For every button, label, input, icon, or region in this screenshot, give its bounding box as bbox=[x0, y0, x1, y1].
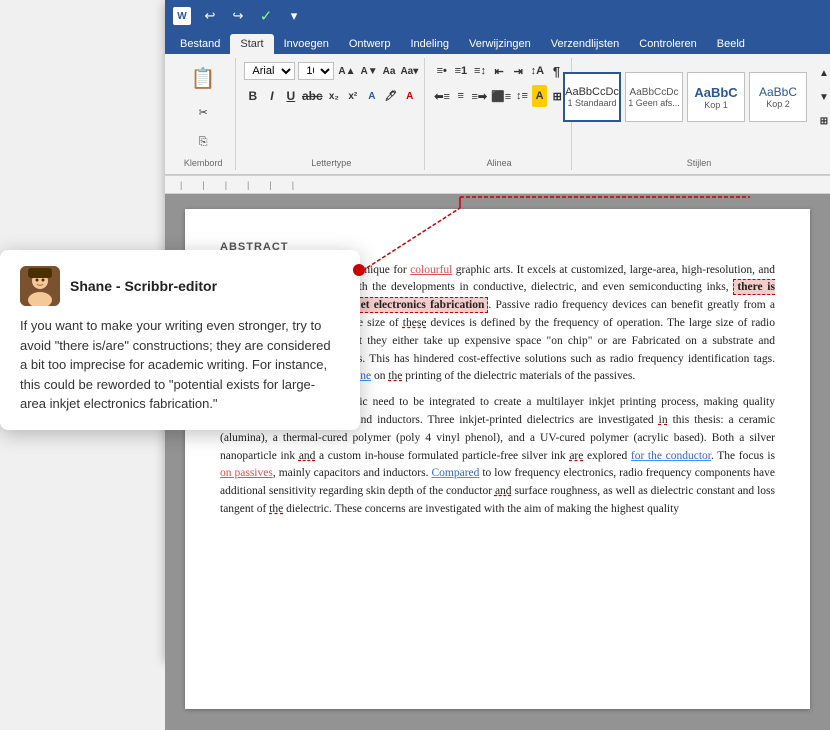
style-kop2-label: Kop 2 bbox=[766, 99, 790, 109]
style-geen-preview: AaBbCcDc bbox=[630, 87, 679, 98]
highlighted-compared: Compared bbox=[431, 467, 479, 479]
change-case-button[interactable]: Aa▾ bbox=[399, 60, 419, 82]
stijlen-label: Stijlen bbox=[687, 156, 712, 168]
tab-verwijzingen[interactable]: Verwijzingen bbox=[459, 34, 541, 54]
increase-font-button[interactable]: A▲ bbox=[337, 60, 356, 82]
align-center-button[interactable]: ≡ bbox=[453, 85, 469, 107]
tab-beeld[interactable]: Beeld bbox=[707, 34, 755, 54]
highlighted-these: these bbox=[403, 317, 427, 329]
justify-button[interactable]: ⬛≡ bbox=[490, 85, 512, 107]
redo-button[interactable]: ↪ bbox=[227, 5, 249, 27]
lettertype-label: Lettertype bbox=[311, 156, 351, 168]
highlighted-the: the bbox=[269, 503, 283, 515]
red-dot-connector bbox=[353, 264, 365, 276]
style-kop1-preview: AaBbC bbox=[694, 85, 737, 100]
paste-button[interactable]: 📋 bbox=[185, 60, 221, 96]
highlighted-are: are bbox=[569, 450, 583, 462]
style-geen[interactable]: AaBbCcDc 1 Geen afs... bbox=[625, 72, 683, 122]
tab-start[interactable]: Start bbox=[230, 34, 273, 54]
style-kop2[interactable]: AaBbC Kop 2 bbox=[749, 72, 807, 122]
line-spacing-button[interactable]: ↕≡ bbox=[514, 85, 530, 107]
style-kop2-preview: AaBbC bbox=[759, 85, 797, 99]
comment-header: Shane - Scribbr-editor bbox=[20, 266, 340, 306]
alinea-label: Alinea bbox=[487, 156, 512, 168]
styles-more[interactable]: ⊞ bbox=[813, 110, 830, 132]
style-standaard[interactable]: AaBbCcDc 1 Standaard bbox=[563, 72, 621, 122]
style-kop1[interactable]: AaBbC Kop 1 bbox=[687, 72, 745, 122]
shading-button[interactable]: A bbox=[532, 85, 548, 107]
highlighted-and: and bbox=[299, 450, 316, 462]
comment-author-name: Shane - Scribbr-editor bbox=[70, 278, 217, 294]
align-right-button[interactable]: ≡➡ bbox=[471, 85, 489, 107]
styles-area: AaBbCcDc 1 Standaard AaBbCcDc 1 Geen afs… bbox=[559, 60, 830, 134]
increase-indent-button[interactable]: ⇥ bbox=[510, 60, 527, 82]
comment-body-text: If you want to make your writing even st… bbox=[20, 316, 340, 414]
undo-button[interactable]: ↩ bbox=[199, 5, 221, 27]
highlighted-for-conductor: for the conductor bbox=[631, 450, 711, 462]
word-icon: W bbox=[173, 7, 191, 25]
tab-indeling[interactable]: Indeling bbox=[400, 34, 459, 54]
tab-controleren[interactable]: Controleren bbox=[629, 34, 706, 54]
ribbon-group-alinea: ≡• ≡1 ≡↕ ⇤ ⇥ ↕A ¶ ⬅≡ ≡ ≡➡ ⬛≡ ↕≡ A bbox=[427, 58, 572, 170]
strikethrough-button[interactable]: abc bbox=[301, 85, 323, 107]
ruler: |||||| bbox=[165, 176, 830, 194]
styles-scroll-down[interactable]: ▼ bbox=[813, 86, 830, 108]
ribbon-content: 📋 ✂ ⎘ Klembord Arial 10 bbox=[165, 54, 830, 175]
comment-avatar bbox=[20, 266, 60, 306]
tab-bestand[interactable]: Bestand bbox=[170, 34, 230, 54]
highlighted-and2: and bbox=[495, 485, 512, 497]
ribbon-group-klembord: 📋 ✂ ⎘ Klembord bbox=[171, 58, 236, 170]
more-button[interactable]: ▾ bbox=[283, 5, 305, 27]
tab-ontwerp[interactable]: Ontwerp bbox=[339, 34, 401, 54]
highlighted-in: in bbox=[659, 414, 668, 426]
decrease-indent-button[interactable]: ⇤ bbox=[491, 60, 508, 82]
highlighted-colourful: colourful bbox=[410, 264, 452, 276]
save-button[interactable]: ✓ bbox=[255, 5, 277, 27]
style-geen-label: 1 Geen afs... bbox=[628, 98, 680, 108]
font-color-button[interactable]: A bbox=[401, 85, 418, 107]
highlight-button[interactable]: 🖊 bbox=[382, 85, 399, 107]
text-effects-button[interactable]: A bbox=[363, 85, 380, 107]
tab-verzendlijsten[interactable]: Verzendlijsten bbox=[541, 34, 630, 54]
italic-button[interactable]: I bbox=[263, 85, 280, 107]
comment-bubble: Shane - Scribbr-editor If you want to ma… bbox=[0, 250, 360, 430]
copy-button[interactable]: ⎘ bbox=[189, 128, 217, 156]
sort-button[interactable]: ↕A bbox=[529, 60, 546, 82]
style-standaard-preview: AaBbCcDc bbox=[565, 86, 619, 98]
style-standaard-label: 1 Standaard bbox=[567, 98, 616, 108]
klembord-icons: 📋 ✂ ⎘ bbox=[177, 60, 229, 156]
cut-button[interactable]: ✂ bbox=[189, 98, 217, 126]
subscript-button[interactable]: x₂ bbox=[325, 85, 342, 107]
styles-scroll-up[interactable]: ▲ bbox=[813, 62, 830, 84]
superscript-button[interactable]: x² bbox=[344, 85, 361, 107]
ribbon-tabs: Bestand Start Invoegen Ontwerp Indeling … bbox=[165, 32, 830, 54]
bold-button[interactable]: B bbox=[244, 85, 261, 107]
underline-button[interactable]: U bbox=[282, 85, 299, 107]
tab-invoegen[interactable]: Invoegen bbox=[274, 34, 339, 54]
style-kop1-label: Kop 1 bbox=[704, 100, 728, 110]
font-size-select[interactable]: 10 bbox=[298, 62, 334, 80]
decrease-font-button[interactable]: A▼ bbox=[360, 60, 379, 82]
ribbon: Bestand Start Invoegen Ontwerp Indeling … bbox=[165, 32, 830, 176]
clear-format-button[interactable]: Aa bbox=[382, 60, 397, 82]
klembord-label: Klembord bbox=[184, 156, 223, 168]
ribbon-group-stijlen: AaBbCcDc 1 Standaard AaBbCcDc 1 Geen afs… bbox=[574, 58, 824, 170]
title-bar-controls: ↩ ↪ ✓ ▾ bbox=[199, 5, 305, 27]
highlighted-on-passives: on passives bbox=[220, 467, 273, 479]
font-family-select[interactable]: Arial bbox=[244, 62, 295, 80]
multilevel-button[interactable]: ≡↕ bbox=[471, 60, 488, 82]
bullets-button[interactable]: ≡• bbox=[433, 60, 450, 82]
highlighted-on: the bbox=[388, 370, 402, 382]
numbering-button[interactable]: ≡1 bbox=[452, 60, 469, 82]
align-left-button[interactable]: ⬅≡ bbox=[433, 85, 451, 107]
title-bar: W ↩ ↪ ✓ ▾ bbox=[165, 0, 830, 32]
ribbon-group-lettertype: Arial 10 A▲ A▼ Aa Aa▾ B I U a bbox=[238, 58, 425, 170]
